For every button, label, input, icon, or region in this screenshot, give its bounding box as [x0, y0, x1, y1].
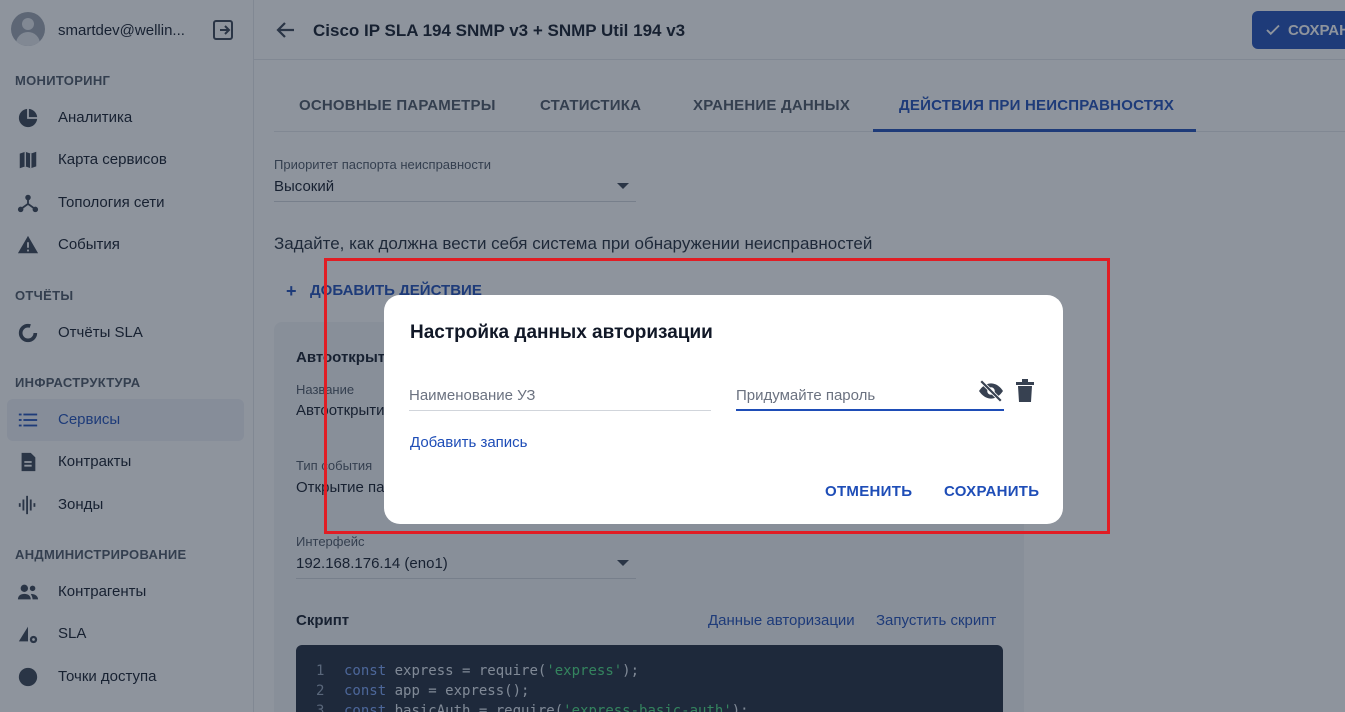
add-record-link[interactable]: Добавить запись — [410, 434, 528, 451]
save-button[interactable]: СОХРАНИТЬ — [944, 483, 1039, 500]
password-input[interactable]: Придумайте пароль — [736, 381, 1004, 411]
dialog-title: Настройка данных авторизации — [410, 322, 713, 343]
account-name-input[interactable]: Наименование УЗ — [409, 381, 711, 411]
cancel-button[interactable]: ОТМЕНИТЬ — [825, 483, 912, 500]
auth-dialog: Настройка данных авторизации Наименовани… — [384, 295, 1063, 524]
trash-icon[interactable] — [1015, 379, 1035, 403]
eye-off-icon[interactable] — [978, 378, 1004, 404]
